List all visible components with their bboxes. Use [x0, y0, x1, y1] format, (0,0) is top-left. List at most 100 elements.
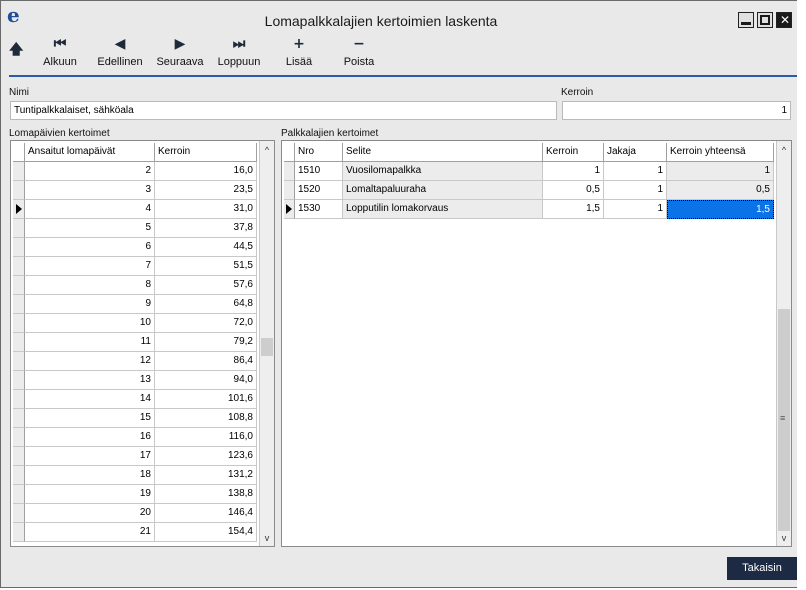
row-indicator[interactable]: [13, 504, 25, 523]
row-indicator[interactable]: [13, 390, 25, 409]
factor-cell[interactable]: 57,6: [155, 276, 257, 295]
row-indicator[interactable]: [284, 162, 295, 181]
factor-cell[interactable]: 23,5: [155, 181, 257, 200]
row-indicator[interactable]: [13, 523, 25, 542]
total-factor-cell[interactable]: 1: [667, 162, 774, 181]
factor-cell[interactable]: 79,2: [155, 333, 257, 352]
delete-button[interactable]: − Poista: [339, 35, 379, 68]
maximize-button[interactable]: [757, 12, 773, 28]
nro-cell[interactable]: 1520: [295, 181, 343, 200]
factor-cell[interactable]: 138,8: [155, 485, 257, 504]
scroll-up-icon[interactable]: ^: [260, 143, 274, 158]
table-row[interactable]: 1520 Lomaltapaluuraha 0,5 1 0,5: [282, 181, 777, 200]
earned-days-cell[interactable]: 11: [25, 333, 155, 352]
row-indicator[interactable]: [13, 371, 25, 390]
row-indicator[interactable]: [13, 314, 25, 333]
first-button[interactable]: ⏮ Alkuun: [39, 35, 81, 68]
table-row[interactable]: 12 86,4: [11, 352, 261, 371]
earned-days-cell[interactable]: 20: [25, 504, 155, 523]
table-row[interactable]: 13 94,0: [11, 371, 261, 390]
earned-days-cell[interactable]: 16: [25, 428, 155, 447]
earned-days-cell[interactable]: 17: [25, 447, 155, 466]
scroll-down-icon[interactable]: v: [777, 531, 791, 546]
total-factor-cell[interactable]: 1,5: [667, 200, 774, 219]
header-description[interactable]: Selite: [343, 143, 543, 162]
factor-cell[interactable]: 44,5: [155, 238, 257, 257]
row-indicator[interactable]: [13, 447, 25, 466]
row-indicator[interactable]: [13, 219, 25, 238]
table-row[interactable]: 2 16,0: [11, 162, 261, 181]
table-row[interactable]: 14 101,6: [11, 390, 261, 409]
divisor-cell[interactable]: 1: [604, 181, 667, 200]
earned-days-cell[interactable]: 14: [25, 390, 155, 409]
earned-days-cell[interactable]: 3: [25, 181, 155, 200]
up-button[interactable]: 🡅: [9, 41, 23, 59]
table-row[interactable]: 18 131,2: [11, 466, 261, 485]
row-indicator[interactable]: [13, 466, 25, 485]
earned-days-cell[interactable]: 21: [25, 523, 155, 542]
factor-cell[interactable]: 64,8: [155, 295, 257, 314]
earned-days-cell[interactable]: 9: [25, 295, 155, 314]
table-row[interactable]: 16 116,0: [11, 428, 261, 447]
previous-button[interactable]: ◀ Edellinen: [95, 35, 145, 68]
table-row[interactable]: 1510 Vuosilomapalkka 1 1 1: [282, 162, 777, 181]
factor-cell[interactable]: 51,5: [155, 257, 257, 276]
table-row[interactable]: 5 37,8: [11, 219, 261, 238]
table-row[interactable]: 3 23,5: [11, 181, 261, 200]
table-row[interactable]: 21 154,4: [11, 523, 261, 542]
add-button[interactable]: + Lisää: [281, 35, 317, 68]
table-row[interactable]: 19 138,8: [11, 485, 261, 504]
back-button[interactable]: Takaisin: [727, 557, 797, 580]
next-button[interactable]: ▶ Seuraava: [153, 35, 207, 68]
factor-cell[interactable]: 72,0: [155, 314, 257, 333]
left-grid-scrollbar[interactable]: ^ v: [259, 141, 274, 546]
scroll-down-icon[interactable]: v: [260, 531, 274, 546]
divisor-cell[interactable]: 1: [604, 162, 667, 181]
factor-cell[interactable]: 0,5: [543, 181, 604, 200]
earned-days-cell[interactable]: 10: [25, 314, 155, 333]
row-indicator[interactable]: [13, 238, 25, 257]
earned-days-cell[interactable]: 15: [25, 409, 155, 428]
row-indicator[interactable]: [284, 181, 295, 200]
header-earned-days[interactable]: Ansaitut lomapäivät: [25, 143, 155, 162]
row-indicator[interactable]: [13, 352, 25, 371]
header-divisor[interactable]: Jakaja: [604, 143, 667, 162]
factor-cell[interactable]: 37,8: [155, 219, 257, 238]
description-cell[interactable]: Lopputilin lomakorvaus: [343, 200, 543, 219]
earned-days-cell[interactable]: 5: [25, 219, 155, 238]
earned-days-cell[interactable]: 2: [25, 162, 155, 181]
table-row[interactable]: 15 108,8: [11, 409, 261, 428]
row-indicator[interactable]: [13, 162, 25, 181]
factor-field[interactable]: 1: [562, 101, 791, 120]
factor-cell[interactable]: 94,0: [155, 371, 257, 390]
factor-cell[interactable]: 123,6: [155, 447, 257, 466]
earned-days-cell[interactable]: 13: [25, 371, 155, 390]
row-indicator[interactable]: [13, 200, 25, 219]
row-indicator[interactable]: [13, 295, 25, 314]
table-row[interactable]: 4 31,0: [11, 200, 261, 219]
earned-days-cell[interactable]: 19: [25, 485, 155, 504]
earned-days-cell[interactable]: 6: [25, 238, 155, 257]
title-bar[interactable]: e Lomapalkkalajien kertoimien laskenta ✕: [1, 1, 797, 32]
table-row[interactable]: 6 44,5: [11, 238, 261, 257]
scroll-up-icon[interactable]: ^: [777, 143, 791, 158]
table-row[interactable]: 20 146,4: [11, 504, 261, 523]
factor-cell[interactable]: 154,4: [155, 523, 257, 542]
earned-days-cell[interactable]: 8: [25, 276, 155, 295]
table-row[interactable]: 8 57,6: [11, 276, 261, 295]
minimize-button[interactable]: [738, 12, 754, 28]
table-row[interactable]: 17 123,6: [11, 447, 261, 466]
earned-days-cell[interactable]: 7: [25, 257, 155, 276]
factor-cell[interactable]: 1: [543, 162, 604, 181]
factor-cell[interactable]: 108,8: [155, 409, 257, 428]
table-row[interactable]: 9 64,8: [11, 295, 261, 314]
divisor-cell[interactable]: 1: [604, 200, 667, 219]
row-indicator[interactable]: [13, 181, 25, 200]
scroll-thumb[interactable]: [261, 338, 273, 356]
factor-cell[interactable]: 31,0: [155, 200, 257, 219]
last-button[interactable]: ⏭ Loppuun: [215, 35, 263, 68]
holiday-days-grid[interactable]: Ansaitut lomapäivät Kerroin 2 16,0 3 23,5 4 3…: [10, 140, 275, 547]
factor-cell[interactable]: 86,4: [155, 352, 257, 371]
earned-days-cell[interactable]: 18: [25, 466, 155, 485]
factor-cell[interactable]: 101,6: [155, 390, 257, 409]
